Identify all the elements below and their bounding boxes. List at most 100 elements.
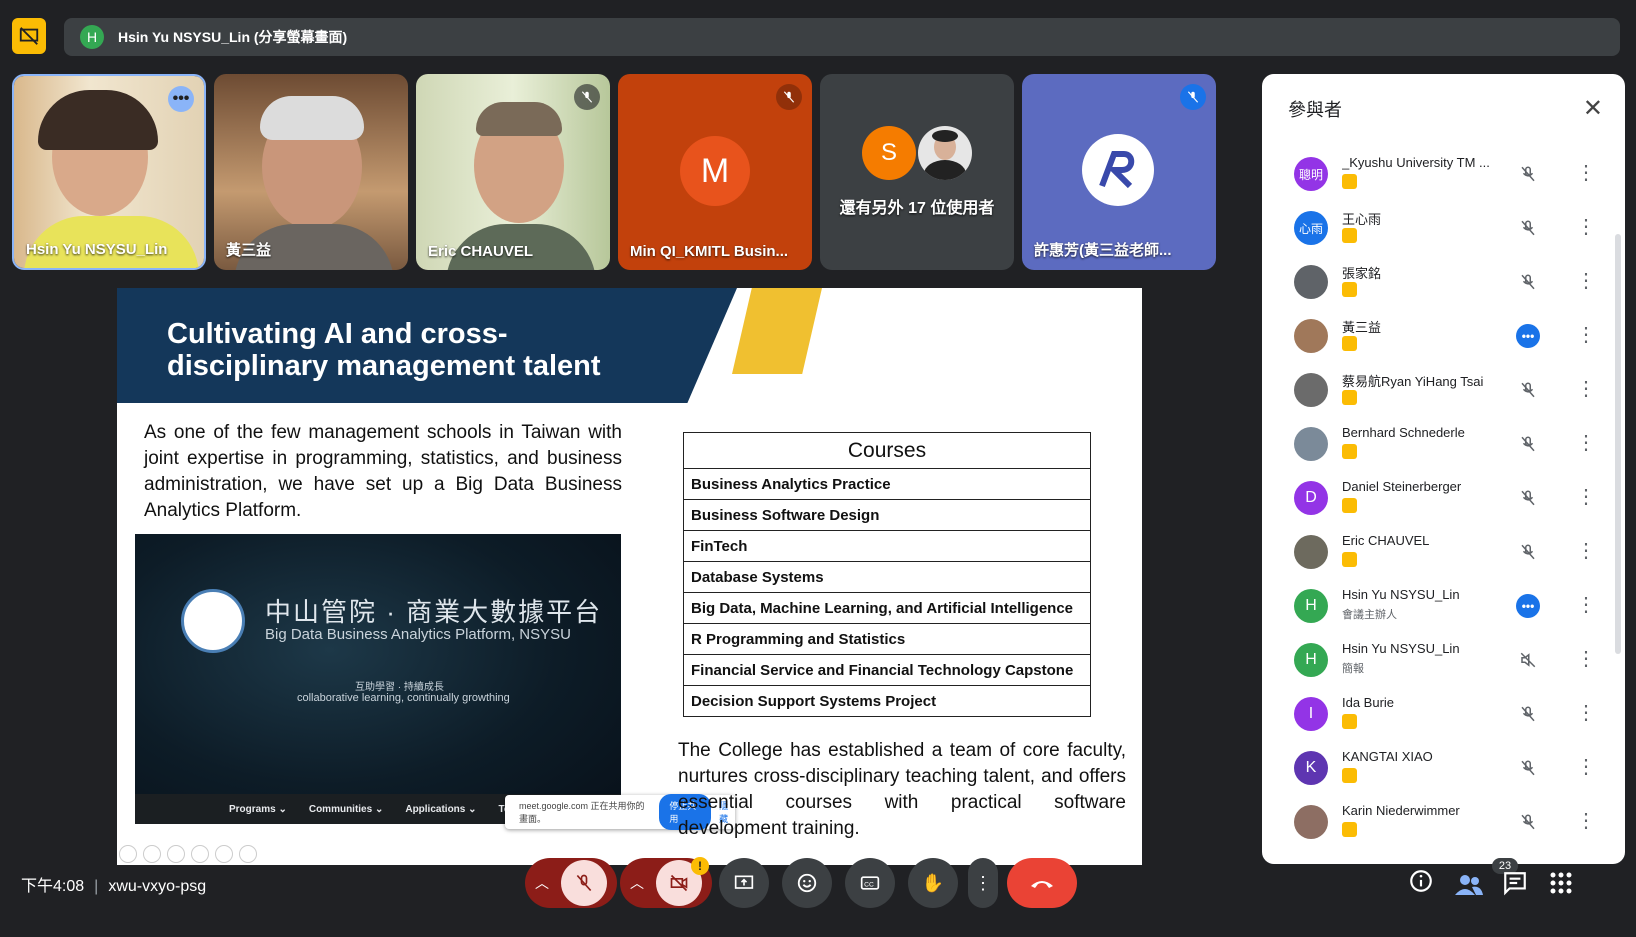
more-vert-icon[interactable]: ⋮ xyxy=(1576,592,1596,617)
participant-row[interactable]: D Daniel Steinerberger ⋮ xyxy=(1288,474,1608,530)
participant-row[interactable]: 黃三益 ••• ⋮ xyxy=(1288,312,1608,368)
muted-mic-icon[interactable] xyxy=(1516,216,1540,240)
muted-mic-icon[interactable] xyxy=(1516,486,1540,510)
participant-row[interactable]: 張家銘 ⋮ xyxy=(1288,258,1608,314)
meeting-info: 下午4:08 | xwu-vxyo-psg xyxy=(21,872,206,896)
course-row: Financial Service and Financial Technolo… xyxy=(683,654,1091,686)
prev-icon[interactable] xyxy=(119,845,137,863)
mic-off-icon[interactable] xyxy=(561,860,607,906)
nav-programs: Programs ⌄ xyxy=(229,803,287,815)
participant-row[interactable]: H Hsin Yu NSYSU_Lin 簡報 ⋮ xyxy=(1288,636,1608,692)
nsysu-logo-icon xyxy=(181,589,245,653)
more-options-icon[interactable]: ••• xyxy=(168,86,194,112)
chat-icon[interactable] xyxy=(1502,870,1528,901)
volume-off-icon[interactable] xyxy=(1516,648,1540,672)
mic-control[interactable]: ︿ xyxy=(525,858,617,908)
avatar xyxy=(1294,373,1328,407)
slide-accent xyxy=(732,288,822,374)
present-screen-button[interactable] xyxy=(719,858,769,908)
tile-min-qi[interactable]: M Min QI_KMITL Busin... xyxy=(618,74,812,270)
participant-row[interactable]: Eric CHAUVEL ⋮ xyxy=(1288,528,1608,584)
scrollbar[interactable] xyxy=(1615,234,1621,654)
muted-mic-icon[interactable] xyxy=(1516,162,1540,186)
stop-presenting-icon[interactable] xyxy=(12,18,46,54)
chevron-up-icon[interactable]: ︿ xyxy=(630,873,644,893)
muted-mic-icon[interactable] xyxy=(1516,540,1540,564)
muted-mic-icon[interactable] xyxy=(1516,270,1540,294)
avatar: D xyxy=(1294,481,1328,515)
people-icon[interactable] xyxy=(1454,874,1484,901)
hand-icon: ✋ xyxy=(921,872,945,893)
participant-row[interactable]: H Hsin Yu NSYSU_Lin 會議主辦人 ••• ⋮ xyxy=(1288,582,1608,638)
close-icon[interactable]: ✕ xyxy=(1583,94,1603,123)
more-vert-icon[interactable]: ⋮ xyxy=(1576,268,1596,293)
copy-icon[interactable] xyxy=(191,845,209,863)
avatar xyxy=(1294,427,1328,461)
more-vert-icon[interactable]: ⋮ xyxy=(1576,700,1596,725)
pen-icon[interactable] xyxy=(167,845,185,863)
muted-mic-icon[interactable] xyxy=(1516,810,1540,834)
tile-hsu[interactable]: 許惠芳(黃三益老師... xyxy=(1022,74,1216,270)
avatar: H xyxy=(1294,643,1328,677)
participant-row[interactable]: Karin Niederwimmer ⋮ xyxy=(1288,798,1608,854)
tile-others[interactable]: S 還有另外 17 位使用者 xyxy=(820,74,1014,270)
tile-avatar: M xyxy=(680,136,750,206)
participant-row[interactable]: 心雨 王心雨 ⋮ xyxy=(1288,204,1608,260)
more-vert-icon[interactable]: ⋮ xyxy=(1576,754,1596,779)
muted-mic-icon[interactable] xyxy=(1516,432,1540,456)
avatar xyxy=(1294,319,1328,353)
speaking-icon[interactable]: ••• xyxy=(1516,594,1540,618)
reactions-button[interactable] xyxy=(782,858,832,908)
participant-name: 王心雨 xyxy=(1342,212,1382,227)
tile-hsin-yu[interactable]: ••• Hsin Yu NSYSU_Lin xyxy=(12,74,206,270)
participant-row[interactable]: 聰明 _Kyushu University TM ... ⋮ xyxy=(1288,150,1608,206)
panel-title: 參與者 xyxy=(1288,100,1342,120)
captions-button[interactable]: CC xyxy=(845,858,895,908)
leave-call-button[interactable] xyxy=(1007,858,1077,908)
more-options-button[interactable]: ⋮ xyxy=(968,858,998,908)
participant-name: Bernhard Schnederle xyxy=(1342,425,1465,440)
more-vert-icon[interactable]: ⋮ xyxy=(1576,322,1596,347)
participant-row[interactable]: 蔡易航Ryan YiHang Tsai ⋮ xyxy=(1288,366,1608,422)
more-vert-icon[interactable]: ⋮ xyxy=(1576,808,1596,833)
participant-row[interactable]: Bernhard Schnederle ⋮ xyxy=(1288,420,1608,476)
more-vert-icon[interactable]: ⋮ xyxy=(1576,646,1596,671)
slide-paragraph-2: The College has established a team of co… xyxy=(678,740,1126,839)
nav-communities: Communities ⌄ xyxy=(308,803,384,815)
participant-row[interactable]: K KANGTAI XIAO ⋮ xyxy=(1288,744,1608,800)
platform-screenshot: 中山管院 · 商業大數據平台 Big Data Business Analyti… xyxy=(135,534,621,824)
slide-paragraph-1: As one of the few management schools in … xyxy=(144,422,622,521)
avatar: K xyxy=(1294,751,1328,785)
platform-motto-en: collaborative learning, continually grow… xyxy=(297,692,510,704)
participant-name: 黃三益 xyxy=(1342,320,1382,335)
more-vert-icon[interactable]: ⋮ xyxy=(1576,538,1596,563)
speaking-icon[interactable]: ••• xyxy=(1516,324,1540,348)
tile-eric[interactable]: Eric CHAUVEL xyxy=(416,74,610,270)
participant-name: Daniel Steinerberger xyxy=(1342,479,1462,494)
more-vert-icon[interactable]: ⋮ xyxy=(1576,214,1596,239)
muted-mic-icon[interactable] xyxy=(1516,702,1540,726)
chevron-up-icon[interactable]: ︿ xyxy=(535,873,549,893)
next-icon[interactable] xyxy=(143,845,161,863)
more-icon[interactable] xyxy=(239,845,257,863)
muted-mic-icon[interactable] xyxy=(1516,756,1540,780)
raise-hand-button[interactable]: ✋ xyxy=(908,858,958,908)
more-vert-icon[interactable]: ⋮ xyxy=(1576,160,1596,185)
participant-name: Eric CHAUVEL xyxy=(1342,533,1430,548)
avatar: I xyxy=(1294,697,1328,731)
participant-role: 會議主辦人 xyxy=(1342,609,1397,621)
muted-mic-icon[interactable] xyxy=(1516,378,1540,402)
tile-huang[interactable]: 黃三益 xyxy=(214,74,408,270)
more-vert-icon[interactable]: ⋮ xyxy=(1576,430,1596,455)
activities-icon[interactable] xyxy=(1550,872,1572,899)
info-icon[interactable] xyxy=(1408,868,1434,899)
course-row: FinTech xyxy=(683,530,1091,562)
presenter-avatar: H xyxy=(80,25,104,49)
more-vert-icon[interactable]: ⋮ xyxy=(1576,376,1596,401)
more-vert-icon[interactable]: ⋮ xyxy=(1576,484,1596,509)
participant-row[interactable]: I Ida Burie ⋮ xyxy=(1288,690,1608,746)
presenter-bar: H Hsin Yu NSYSU_Lin (分享螢幕畫面) xyxy=(64,18,1620,56)
zoom-icon[interactable] xyxy=(215,845,233,863)
captions-icon: CC xyxy=(860,876,880,890)
avatar: 聰明 xyxy=(1294,157,1328,191)
